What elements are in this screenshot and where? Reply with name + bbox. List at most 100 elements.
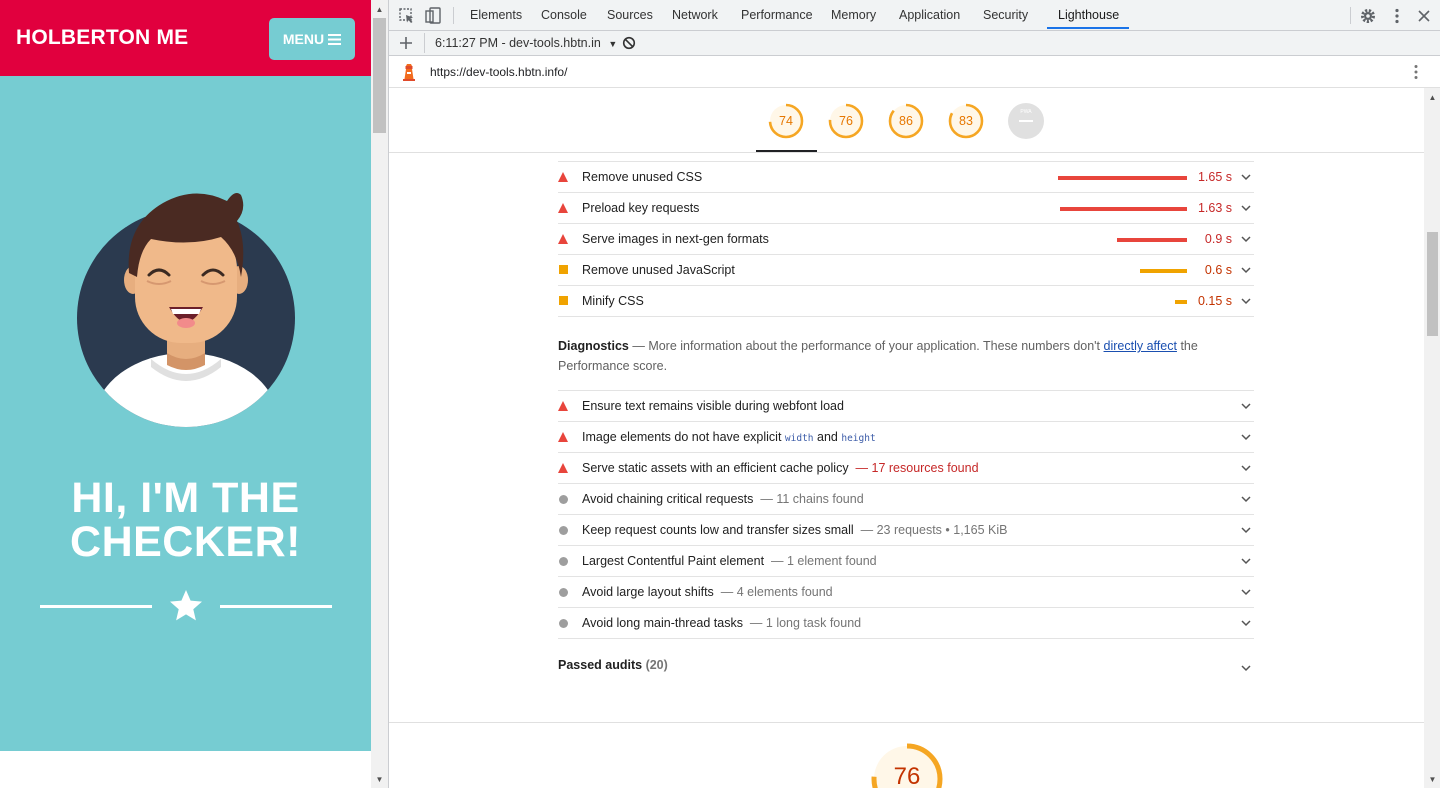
scroll-down-arrow-icon[interactable]: ▼: [371, 772, 388, 788]
diagnostic-row[interactable]: Serve static assets with an efficient ca…: [558, 453, 1254, 484]
score-value: 86: [899, 114, 913, 128]
average-square-icon: [559, 265, 568, 274]
score-gauges-bar: 74 76 86 83 PWA: [389, 88, 1424, 153]
report-url-bar: https://dev-tools.hbtn.info/: [389, 56, 1440, 88]
tab-console[interactable]: Console: [541, 8, 587, 22]
tabbar-separator: [1350, 7, 1351, 24]
tab-network[interactable]: Network: [672, 8, 718, 22]
close-devtools-icon[interactable]: [1415, 7, 1433, 25]
report-menu-icon[interactable]: [1407, 63, 1425, 81]
opportunity-row[interactable]: Remove unused CSS 1.65 s: [558, 162, 1254, 193]
lighthouse-logo-icon: [403, 64, 415, 81]
info-circle-icon: [559, 588, 568, 597]
device-toolbar-icon[interactable]: [424, 7, 442, 25]
fail-triangle-icon: [558, 203, 568, 213]
hero-section: HI, I'M THE CHECKER!: [0, 76, 371, 751]
diagnostic-title: Image elements do not have explicit: [582, 430, 782, 444]
scroll-up-arrow-icon[interactable]: ▲: [1424, 90, 1440, 106]
diagnostic-row[interactable]: Ensure text remains visible during webfo…: [558, 391, 1254, 422]
diagnostics-description-pre: — More information about the performance…: [632, 339, 1101, 353]
divider-line-left: [40, 605, 152, 608]
lighthouse-toolbar: 6:11:27 PM - dev-tools.hbtn.in ▼: [389, 31, 1440, 56]
chevron-down-icon[interactable]: [1240, 171, 1252, 183]
fail-triangle-icon: [558, 432, 568, 442]
devtools-tabbar: Elements Console Sources Network Performance…: [389, 0, 1440, 31]
category-divider: [389, 722, 1424, 723]
chevron-down-icon[interactable]: [1240, 202, 1252, 214]
savings-bar: [1117, 238, 1187, 242]
tab-security[interactable]: Security: [983, 8, 1028, 22]
chevron-down-icon[interactable]: [1240, 662, 1252, 674]
score-gauge[interactable]: 76: [827, 102, 865, 140]
report-scroll-thumb[interactable]: [1427, 232, 1438, 336]
score-value: 76: [839, 114, 853, 128]
chevron-down-icon[interactable]: [1240, 524, 1252, 536]
passed-audits-label: Passed audits: [558, 658, 643, 672]
chevron-down-icon[interactable]: [1240, 400, 1252, 412]
toolbar-separator: [424, 33, 425, 53]
diagnostic-row[interactable]: Avoid long main-thread tasks — 1 long ta…: [558, 608, 1254, 639]
diagnostic-row[interactable]: Keep request counts low and transfer siz…: [558, 515, 1254, 546]
chevron-down-icon[interactable]: [1240, 617, 1252, 629]
diagnostic-text: Avoid chaining critical requests — 11 ch…: [582, 492, 864, 506]
score-gauge[interactable]: 83: [947, 102, 985, 140]
chevron-down-icon[interactable]: [1240, 462, 1252, 474]
tab-application[interactable]: Application: [899, 8, 960, 22]
inspect-element-icon[interactable]: [398, 7, 416, 25]
chevron-down-icon[interactable]: [1240, 295, 1252, 307]
score-gauge[interactable]: 74: [767, 102, 805, 140]
new-report-plus-icon[interactable]: [399, 36, 413, 50]
diagnostic-row[interactable]: Largest Contentful Paint element — 1 ele…: [558, 546, 1254, 577]
tab-performance[interactable]: Performance: [741, 8, 813, 22]
tab-lighthouse[interactable]: Lighthouse: [1058, 8, 1119, 22]
score-value: 83: [959, 114, 973, 128]
diagnostic-detail: — 23 requests • 1,165 KiB: [860, 523, 1008, 537]
savings-value: 1.65 s: [1197, 170, 1232, 184]
diagnostic-title: Ensure text remains visible during webfo…: [582, 399, 844, 413]
chevron-down-icon[interactable]: [1240, 493, 1252, 505]
diagnostic-row[interactable]: Avoid large layout shifts — 4 elements f…: [558, 577, 1254, 608]
fail-triangle-icon: [558, 172, 568, 182]
diagnostic-title: Keep request counts low and transfer siz…: [582, 523, 854, 537]
diagnostic-detail: — 1 long task found: [749, 616, 862, 630]
scroll-down-arrow-icon[interactable]: ▼: [1424, 772, 1440, 788]
diagnostics-title: Diagnostics: [558, 339, 629, 353]
clear-reports-icon[interactable]: [622, 36, 636, 50]
opportunity-row[interactable]: Remove unused JavaScript 0.6 s: [558, 255, 1254, 286]
diagnostic-row[interactable]: Avoid chaining critical requests — 11 ch…: [558, 484, 1254, 515]
site-brand[interactable]: HOLBERTON ME: [16, 26, 188, 50]
chevron-down-icon[interactable]: [1240, 431, 1252, 443]
chevron-down-icon[interactable]: [1240, 555, 1252, 567]
tab-elements[interactable]: Elements: [470, 8, 522, 22]
score-gauge[interactable]: 86: [887, 102, 925, 140]
chevron-down-icon[interactable]: [1240, 586, 1252, 598]
report-url[interactable]: https://dev-tools.hbtn.info/: [430, 65, 567, 79]
settings-gear-icon[interactable]: [1359, 7, 1377, 25]
diagnostic-text: Image elements do not have explicit widt…: [582, 430, 876, 444]
directly-affect-link[interactable]: directly affect: [1104, 339, 1177, 353]
opportunity-row[interactable]: Serve images in next-gen formats 0.9 s: [558, 224, 1254, 255]
page-scroll-thumb[interactable]: [373, 18, 386, 133]
report-scrollbar[interactable]: ▲ ▼: [1424, 88, 1440, 788]
info-circle-icon: [559, 526, 568, 535]
more-options-icon[interactable]: [1388, 7, 1406, 25]
scroll-up-arrow-icon[interactable]: ▲: [371, 2, 388, 18]
page-scrollbar[interactable]: ▲ ▼: [371, 0, 388, 788]
pwa-badge-gauge[interactable]: PWA: [1007, 102, 1045, 140]
opportunity-row[interactable]: Preload key requests 1.63 s: [558, 193, 1254, 224]
menu-button[interactable]: MENU: [269, 18, 355, 60]
tab-memory[interactable]: Memory: [831, 8, 876, 22]
opportunity-row[interactable]: Minify CSS 0.15 s: [558, 286, 1254, 317]
score-value: 74: [779, 114, 793, 128]
headline-line-1: HI, I'M THE: [71, 474, 300, 522]
fail-triangle-icon: [558, 234, 568, 244]
chevron-down-icon[interactable]: [1240, 264, 1252, 276]
opportunity-title: Serve images in next-gen formats: [582, 232, 769, 246]
tab-sources[interactable]: Sources: [607, 8, 653, 22]
diagnostic-row[interactable]: Image elements do not have explicit widt…: [558, 422, 1254, 453]
report-selector[interactable]: 6:11:27 PM - dev-tools.hbtn.in ▼: [435, 36, 617, 50]
chevron-down-icon[interactable]: [1240, 233, 1252, 245]
active-tab-indicator: [1047, 27, 1129, 29]
passed-audits-row[interactable]: Passed audits (20): [558, 658, 1254, 680]
headline-line-2: CHECKER!: [70, 518, 301, 566]
